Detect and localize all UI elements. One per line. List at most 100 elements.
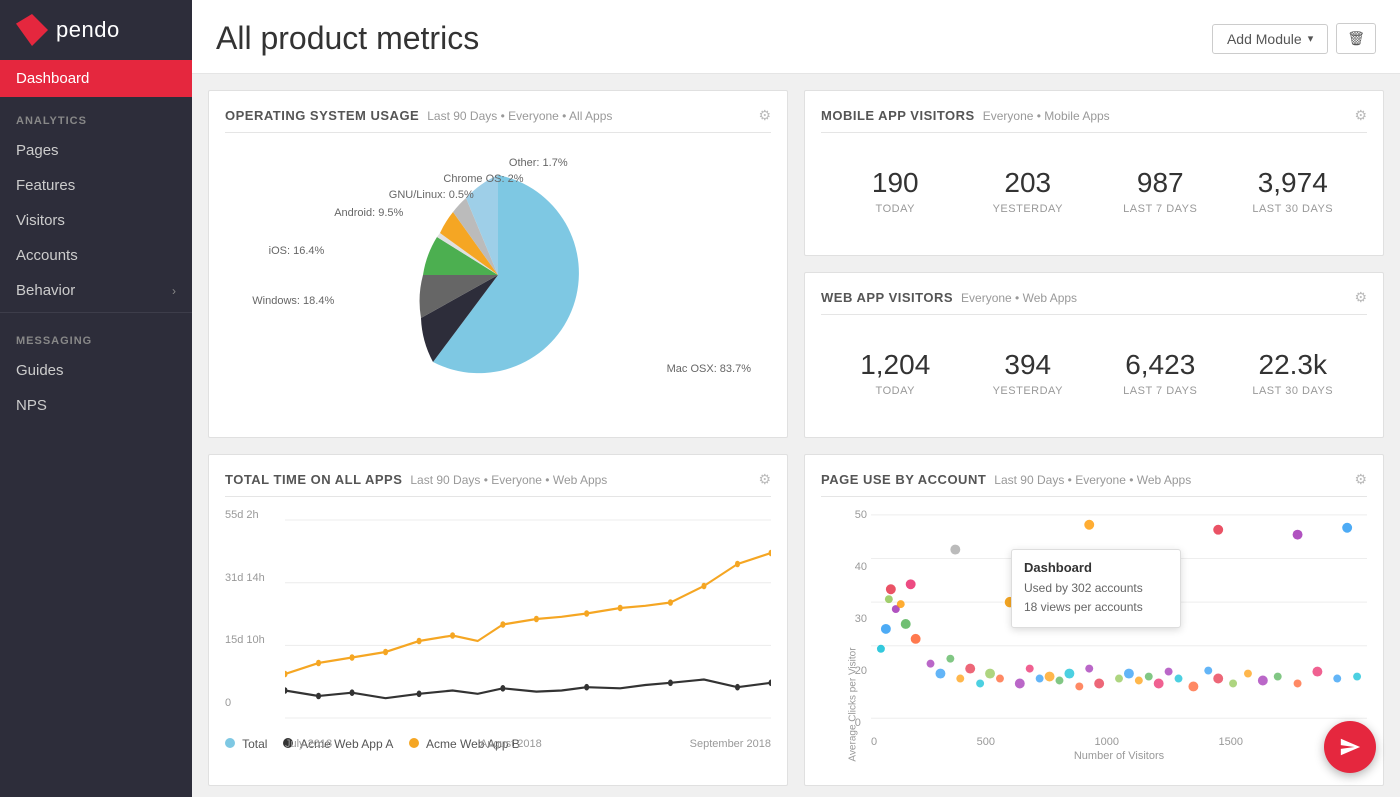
mobile-stat-label-today: TODAY	[837, 203, 954, 215]
scatter-dot	[965, 664, 975, 674]
gear-icon[interactable]: ⚙	[758, 107, 771, 124]
web-stat-7days: 6,423 LAST 7 DAYS	[1094, 343, 1227, 405]
scatter-dot	[1188, 681, 1198, 691]
pie-label-macosx: Mac OSX: 83.7%	[667, 363, 751, 375]
mobile-gear-icon[interactable]: ⚙	[1354, 107, 1367, 124]
x-tick-500: 500	[977, 736, 995, 748]
scatter-dot	[976, 680, 984, 688]
sidebar-item-label-accounts: Accounts	[16, 247, 78, 264]
page-title: All product metrics	[216, 20, 479, 57]
page-use-title: PAGE USE BY ACCOUNT	[821, 472, 986, 487]
chevron-down-icon: ▾	[1308, 32, 1314, 45]
scatter-dot	[1294, 680, 1302, 688]
mobile-stat-label-30days: LAST 30 DAYS	[1235, 203, 1352, 215]
pendo-logo-icon	[16, 14, 48, 46]
sidebar-item-behavior[interactable]: Behavior ›	[0, 273, 192, 308]
y-tick-40: 40	[855, 561, 867, 573]
x-tick-1500: 1500	[1219, 736, 1243, 748]
scatter-dot	[1353, 673, 1361, 681]
scatter-dot	[946, 655, 954, 663]
mobile-stat-label-7days: LAST 7 DAYS	[1102, 203, 1219, 215]
mobile-stat-yesterday: 203 YESTERDAY	[962, 161, 1095, 223]
scatter-dot	[1056, 677, 1064, 685]
page-use-widget: PAGE USE BY ACCOUNT Last 90 Days • Every…	[804, 454, 1384, 786]
web-visitors-widget: WEB APP VISITORS Everyone • Web Apps ⚙ 1…	[804, 272, 1384, 438]
line-chart-svg	[285, 509, 771, 729]
web-visitors-title-group: WEB APP VISITORS Everyone • Web Apps	[821, 290, 1077, 305]
visitors-column: MOBILE APP VISITORS Everyone • Mobile Ap…	[804, 90, 1384, 438]
line-app-b	[285, 553, 771, 674]
sidebar-item-pages[interactable]: Pages	[0, 133, 192, 168]
mobile-stats-grid: 190 TODAY 203 YESTERDAY 987 LAST 7 DAYS …	[821, 145, 1367, 239]
main-content: All product metrics Add Module ▾ 🗑 OPERA…	[192, 0, 1400, 797]
y-label-top: 55d 2h	[225, 509, 277, 521]
total-time-gear-icon[interactable]: ⚙	[758, 471, 771, 488]
tooltip-line2: 18 views per accounts	[1024, 598, 1168, 617]
scatter-dot	[1229, 680, 1237, 688]
scatter-y-axis: Average Clicks per Visitor 50 40 30 20 0	[821, 509, 871, 769]
mobile-stat-label-yesterday: YESTERDAY	[970, 203, 1087, 215]
mobile-visitors-title-group: MOBILE APP VISITORS Everyone • Mobile Ap…	[821, 108, 1110, 123]
scatter-dot	[927, 660, 935, 668]
os-usage-subtitle: Last 90 Days • Everyone • All Apps	[427, 109, 612, 123]
total-time-widget: TOTAL TIME ON ALL APPS Last 90 Days • Ev…	[208, 454, 788, 786]
page-use-gear-icon[interactable]: ⚙	[1354, 471, 1367, 488]
sidebar-item-dashboard[interactable]: Dashboard	[0, 60, 192, 97]
sidebar-item-nps[interactable]: NPS	[0, 388, 192, 423]
scatter-dot	[1293, 530, 1303, 540]
scatter-plot-container: Dashboard Used by 302 accounts 18 views …	[871, 509, 1367, 769]
scatter-dot	[1274, 673, 1282, 681]
scatter-dot	[1312, 667, 1322, 677]
scatter-dot	[1064, 669, 1074, 679]
os-usage-widget: OPERATING SYSTEM USAGE Last 90 Days • Ev…	[208, 90, 788, 438]
scatter-dot	[1145, 673, 1153, 681]
sidebar-item-guides[interactable]: Guides	[0, 353, 192, 388]
fab-button[interactable]	[1324, 721, 1376, 773]
header: All product metrics Add Module ▾ 🗑	[192, 0, 1400, 74]
scatter-dot	[1244, 670, 1252, 678]
mobile-stat-value-7days: 987	[1102, 169, 1219, 197]
os-usage-header: OPERATING SYSTEM USAGE Last 90 Days • Ev…	[225, 107, 771, 133]
line-app-a	[285, 680, 771, 699]
scatter-dot	[906, 579, 916, 589]
scatter-dot	[1342, 523, 1352, 533]
scatter-y-label: Average Clicks per Visitor	[848, 645, 859, 765]
add-module-button[interactable]: Add Module ▾	[1212, 24, 1328, 54]
page-use-title-group: PAGE USE BY ACCOUNT Last 90 Days • Every…	[821, 472, 1191, 487]
page-use-subtitle: Last 90 Days • Everyone • Web Apps	[994, 473, 1191, 487]
scatter-dot	[885, 595, 893, 603]
scatter-dot	[935, 669, 945, 679]
scatter-dot	[897, 600, 905, 608]
x-label-september: September 2018	[690, 738, 771, 750]
sidebar-item-label-behavior: Behavior	[16, 282, 75, 299]
trash-button[interactable]: 🗑	[1336, 23, 1376, 54]
scatter-area: Average Clicks per Visitor 50 40 30 20 0	[821, 509, 1367, 769]
total-time-header: TOTAL TIME ON ALL APPS Last 90 Days • Ev…	[225, 471, 771, 497]
web-stat-label-today: TODAY	[837, 385, 954, 397]
os-usage-title-group: OPERATING SYSTEM USAGE Last 90 Days • Ev…	[225, 108, 612, 123]
y-tick-30: 30	[855, 613, 867, 625]
sidebar-item-visitors[interactable]: Visitors	[0, 203, 192, 238]
messaging-section-label: MESSAGING	[0, 317, 192, 353]
sidebar: pendo Dashboard ANALYTICS Pages Features…	[0, 0, 192, 797]
sidebar-item-features[interactable]: Features	[0, 168, 192, 203]
web-stat-label-yesterday: YESTERDAY	[970, 385, 1087, 397]
scatter-dot	[1135, 677, 1143, 685]
scatter-dot	[956, 675, 964, 683]
scatter-dot	[1213, 525, 1223, 535]
scatter-x-labels: 0 500 1000 1500 2000	[871, 734, 1367, 748]
scatter-dot	[886, 584, 896, 594]
mobile-visitors-header: MOBILE APP VISITORS Everyone • Mobile Ap…	[821, 107, 1367, 133]
web-stat-value-yesterday: 394	[970, 351, 1087, 379]
legend-dot-total	[225, 738, 235, 748]
mobile-stat-value-yesterday: 203	[970, 169, 1087, 197]
sidebar-item-label-guides: Guides	[16, 362, 64, 379]
web-stat-label-30days: LAST 30 DAYS	[1235, 385, 1352, 397]
web-gear-icon[interactable]: ⚙	[1354, 289, 1367, 306]
web-visitors-subtitle: Everyone • Web Apps	[961, 291, 1077, 305]
y-label-mid: 31d 14h	[225, 572, 277, 584]
scatter-tooltip: Dashboard Used by 302 accounts 18 views …	[1011, 549, 1181, 628]
logo-text: pendo	[56, 17, 120, 43]
sidebar-item-accounts[interactable]: Accounts	[0, 238, 192, 273]
scatter-dot	[1094, 679, 1104, 689]
